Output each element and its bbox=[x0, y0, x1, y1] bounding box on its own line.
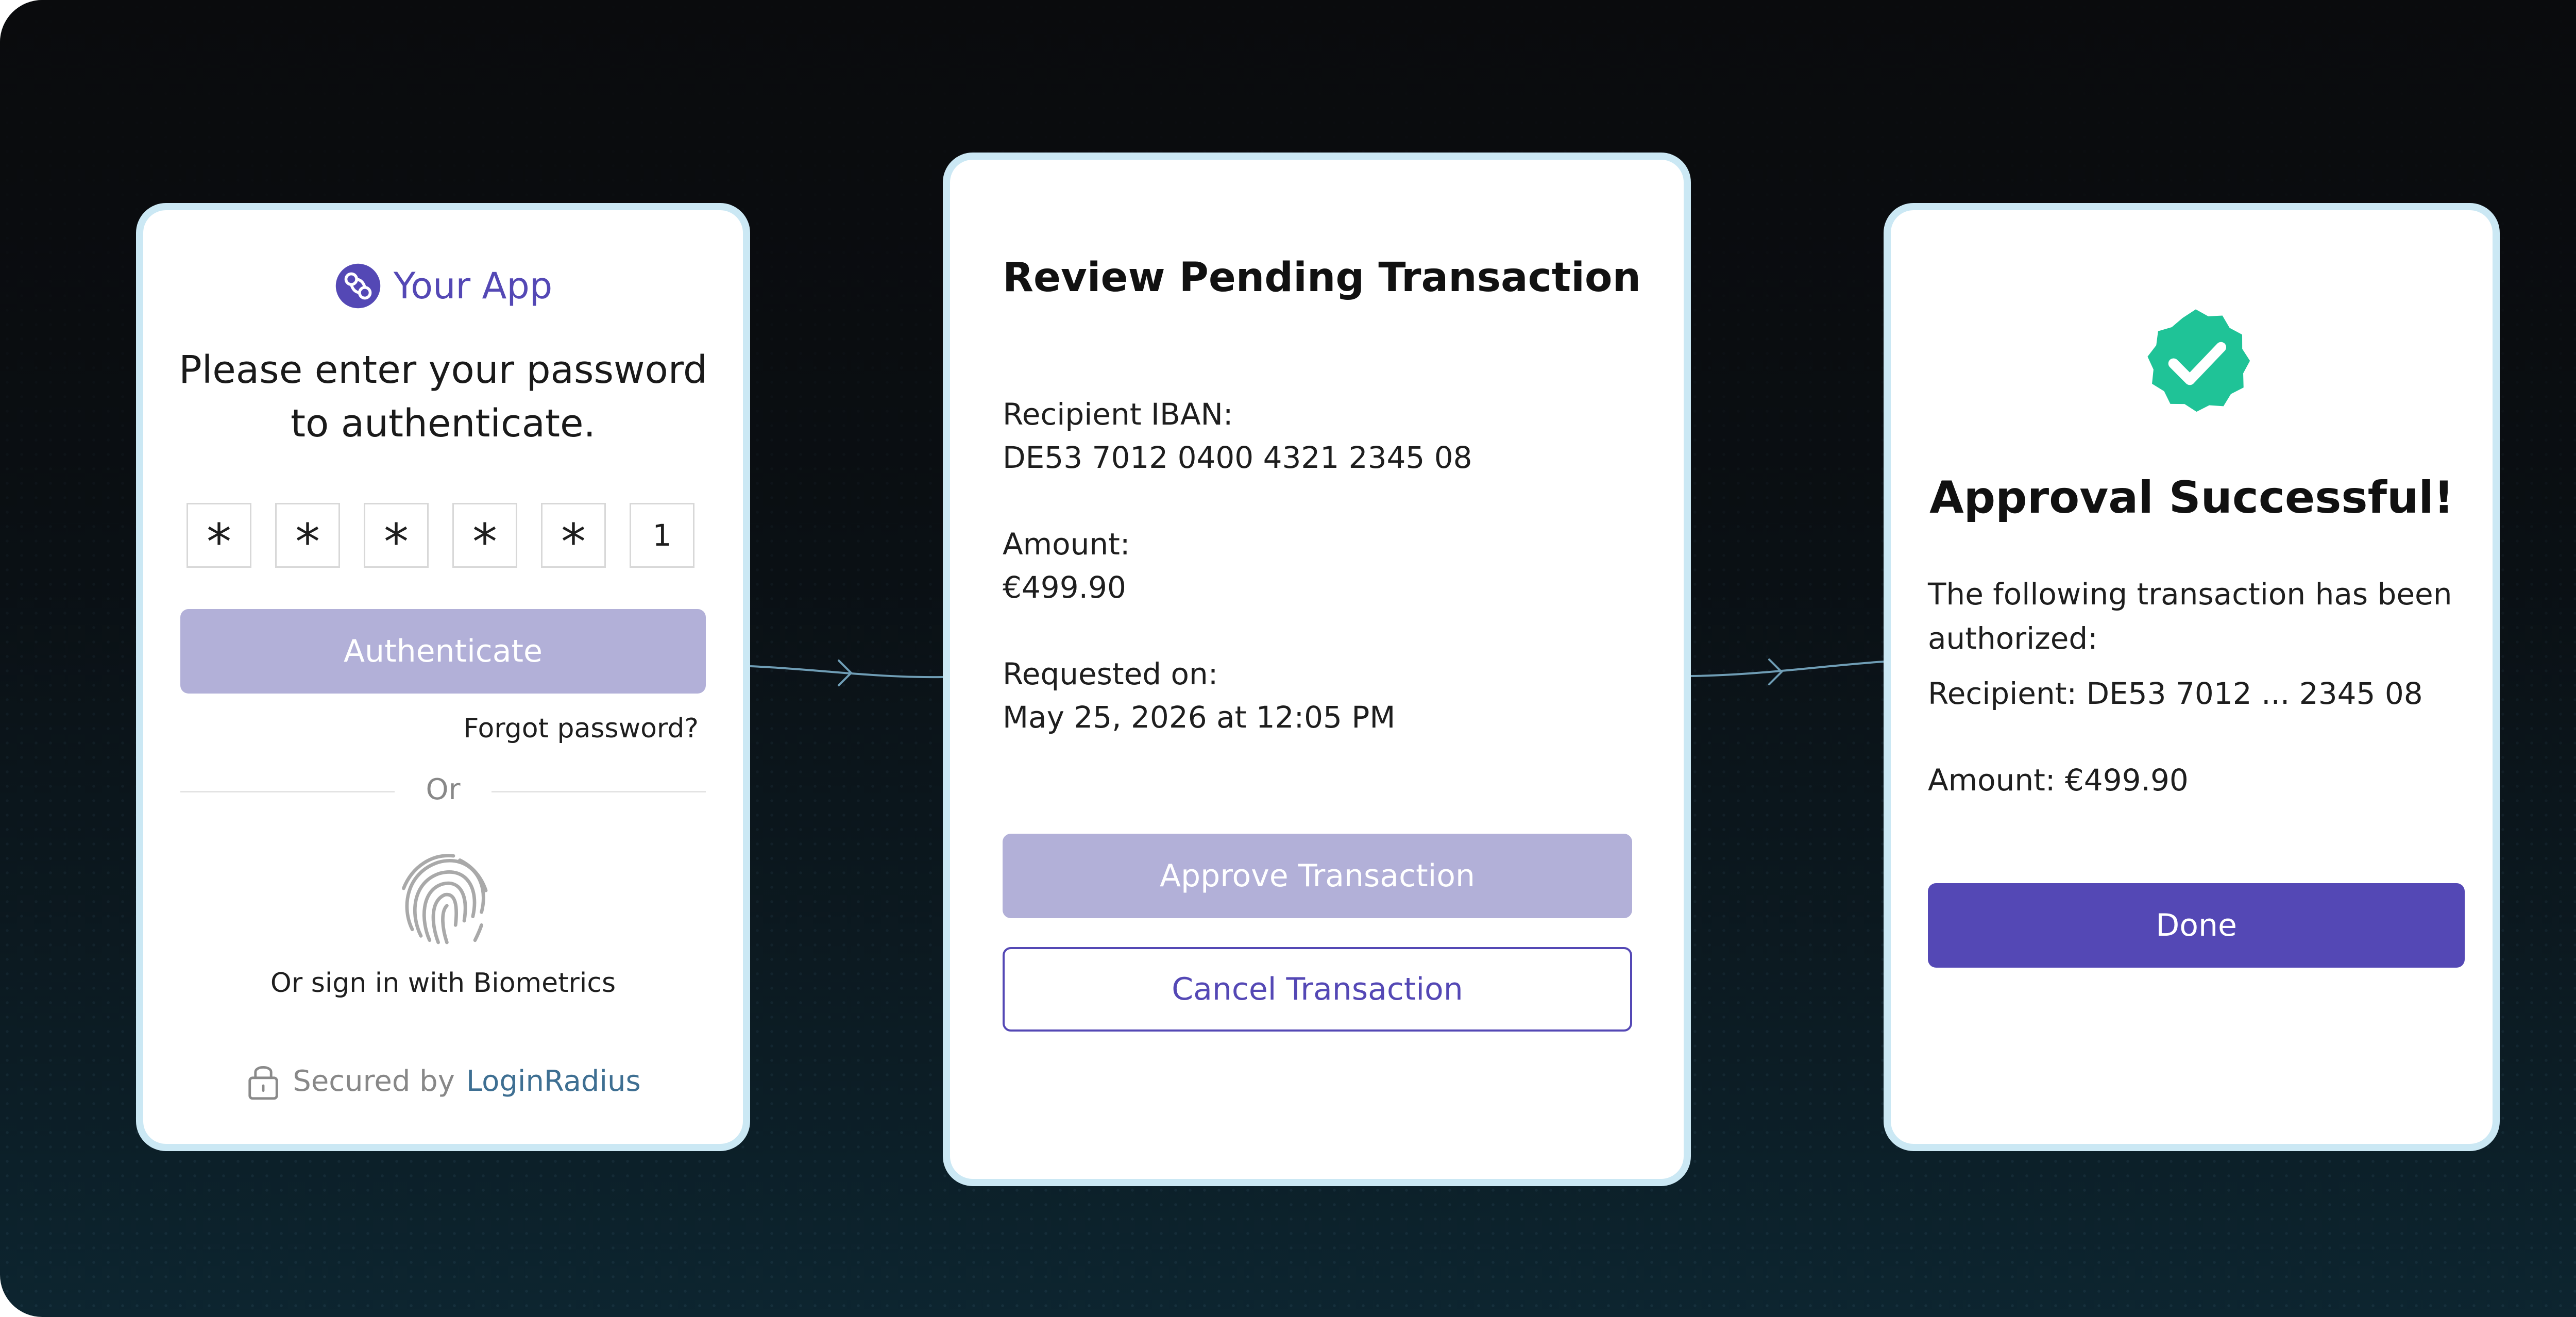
login-card: Your App Please enter your password to a… bbox=[136, 203, 750, 1151]
password-digit-6[interactable]: 1 bbox=[630, 503, 694, 568]
amount-value: €499.90 bbox=[1003, 570, 1126, 605]
forgot-password-link[interactable]: Forgot password? bbox=[463, 713, 699, 744]
login-heading: Please enter your password to authentica… bbox=[174, 343, 712, 450]
cancel-transaction-button[interactable]: Cancel Transaction bbox=[1003, 947, 1632, 1032]
success-description: The following transaction has been autho… bbox=[1928, 577, 2452, 656]
success-amount: Amount: €499.90 bbox=[1928, 763, 2189, 798]
login-heading-line-1: Please enter your password bbox=[179, 348, 707, 392]
password-digit-4[interactable]: * bbox=[452, 503, 517, 571]
password-digit-5[interactable]: * bbox=[541, 503, 606, 571]
done-button[interactable]: Done bbox=[1928, 883, 2465, 968]
review-title: Review Pending Transaction bbox=[1003, 255, 1641, 301]
secured-brand-link[interactable]: LoginRadius bbox=[466, 1065, 641, 1098]
amount-detail: Amount: €499.90 bbox=[1003, 522, 1130, 609]
approve-transaction-button[interactable]: Approve Transaction bbox=[1003, 834, 1632, 918]
recipient-detail: Recipient IBAN: DE53 7012 0400 4321 2345… bbox=[1003, 393, 1472, 479]
requested-label: Requested on: bbox=[1003, 656, 1218, 691]
password-digit-2[interactable]: * bbox=[275, 503, 340, 571]
or-text: Or bbox=[426, 773, 461, 806]
requested-detail: Requested on: May 25, 2026 at 12:05 PM bbox=[1003, 652, 1395, 739]
password-input-row: * * * * * 1 bbox=[187, 503, 694, 571]
login-heading-line-2: to authenticate. bbox=[290, 401, 596, 446]
success-title: Approval Successful! bbox=[1929, 472, 2454, 524]
review-card: Review Pending Transaction Recipient IBA… bbox=[943, 153, 1691, 1186]
connector-line-2 bbox=[1690, 661, 1884, 677]
success-recipient: Recipient: DE53 7012 ... 2345 08 bbox=[1928, 676, 2423, 711]
success-card: Approval Successful! The following trans… bbox=[1884, 203, 2500, 1151]
requested-value: May 25, 2026 at 12:05 PM bbox=[1003, 700, 1396, 735]
background: Your App Please enter your password to a… bbox=[0, 0, 2576, 1317]
app-logo-icon bbox=[335, 263, 381, 309]
password-digit-3[interactable]: * bbox=[364, 503, 429, 571]
fingerprint-icon[interactable] bbox=[388, 845, 497, 953]
secured-by-text: Secured by bbox=[293, 1064, 455, 1098]
password-digit-1[interactable]: * bbox=[187, 503, 251, 571]
amount-label: Amount: bbox=[1003, 527, 1130, 562]
biometrics-label[interactable]: Or sign in with Biometrics bbox=[143, 968, 743, 999]
recipient-value: DE53 7012 0400 4321 2345 08 bbox=[1003, 440, 1472, 475]
check-badge-icon bbox=[2147, 309, 2250, 412]
lock-icon bbox=[248, 1066, 278, 1100]
secured-by-footer: Secured by LoginRadius bbox=[143, 1061, 743, 1101]
app-name: Your App bbox=[393, 265, 553, 307]
recipient-label: Recipient IBAN: bbox=[1003, 397, 1233, 432]
authenticate-button[interactable]: Authenticate bbox=[180, 609, 706, 694]
or-divider: Or bbox=[180, 773, 706, 809]
app-brand: Your App bbox=[143, 262, 743, 310]
